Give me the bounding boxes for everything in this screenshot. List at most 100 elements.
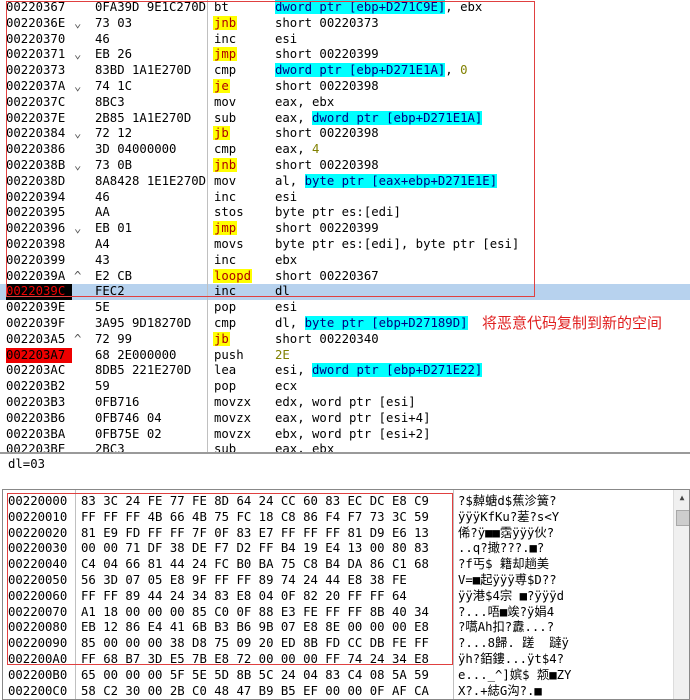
instruction-address: 002203A5	[6, 331, 66, 346]
mnemonic-text: jb	[213, 331, 230, 346]
instruction-address: 0022039F	[6, 316, 66, 330]
dump-divider-ascii	[453, 490, 454, 699]
instruction-operands: esi, dword ptr [ebp+D271E22]	[275, 363, 690, 379]
instruction-bytes: 72 99	[95, 331, 133, 346]
dump-address: 002200B0	[8, 667, 68, 682]
dump-ascii: ÿÿÿKfKu?蒫?s<Y	[458, 509, 560, 524]
jump-arrow-icon	[74, 379, 90, 395]
instruction-mnemonic: pop	[213, 300, 271, 316]
instruction-bytes: 0FB716	[95, 395, 140, 409]
instruction-operands: eax, word ptr [esi+4]	[275, 411, 690, 427]
instruction-bytes: 5E	[95, 300, 110, 315]
operand-part: ecx	[275, 379, 298, 394]
instruction-bytes: 59	[95, 379, 110, 394]
dump-ascii: X?.+綕G沟?.■	[458, 683, 542, 698]
instruction-operands: short 00220340	[275, 332, 690, 348]
operand-part: ebx, word ptr [esi+2]	[275, 426, 431, 441]
disasm-row[interactable]: 002203B2 59 pop ecx	[0, 379, 690, 395]
memory-dump-pane[interactable]: 00220000 83 3C 24 FE 77 FE 8D 64 24 CC 60…	[2, 489, 690, 700]
instruction-address: 0022039E	[6, 300, 66, 315]
mnemonic-text: lea	[214, 363, 237, 378]
instruction-mnemonic: pop	[213, 379, 271, 395]
dump-hex-bytes: 65 00 00 00 5F 5E 5D 8B 5C 24 04 83 C4 0…	[81, 667, 429, 682]
disasm-row[interactable]: 002203B3 0FB716 movzx edx, word ptr [esi]	[0, 395, 690, 411]
instruction-mnemonic: lea	[213, 363, 271, 379]
instruction-mnemonic: movzx	[213, 411, 271, 427]
dump-ascii: ÿÿ港$4宗 ■?ÿÿÿd	[458, 588, 565, 603]
operand-part: eax, word ptr [esi+4]	[275, 410, 431, 425]
info-pane: dl=03	[0, 452, 690, 490]
disasm-row[interactable]: 002203AC 8DB5 221E270D lea esi, dword ptr […	[0, 363, 690, 379]
instruction-mnemonic: movzx	[213, 395, 271, 411]
operand-part: 2E	[275, 347, 290, 362]
dump-address: 002200C0	[8, 683, 68, 698]
instruction-bytes: 0FB75E 02	[95, 426, 162, 441]
mnemonic-text: pop	[214, 300, 237, 315]
instruction-bytes: 3A95 9D18270D	[95, 316, 192, 330]
dump-scrollbar[interactable]: ▲	[673, 490, 689, 699]
operand-part: edx, word ptr [esi]	[275, 395, 416, 409]
instruction-address: 002203AC	[6, 363, 66, 378]
scroll-up-icon[interactable]: ▲	[674, 490, 689, 506]
dump-ascii: ?嚆Ah扣?纛...?	[458, 620, 555, 635]
disasm-row[interactable]: 002203BE 2BC3 sub eax, ebx	[0, 442, 690, 452]
disasm-row[interactable]: 002203A7 68 2E000000 push 2E	[0, 347, 690, 364]
dump-ascii: 俙?ÿ■■霑ÿÿÿ伙?	[458, 525, 555, 540]
instruction-bytes: 8DB5 221E270D	[95, 363, 192, 378]
disassembly-pane[interactable]: 00220367 0FA39D 9E1C270D bt dword ptr [ebp+…	[0, 0, 690, 452]
dump-ascii: ÿh?銆鏤...ÿt$4?	[458, 652, 565, 666]
operand-part: byte ptr [ebp+D27189D]	[304, 316, 468, 330]
jump-arrow-icon	[74, 442, 90, 452]
scroll-thumb[interactable]	[676, 510, 689, 526]
instruction-address: 002203B6	[6, 410, 66, 425]
jump-arrow-icon	[74, 427, 90, 443]
disasm-row[interactable]: 002203BA 0FB75E 02 movzx ebx, word ptr [esi…	[0, 427, 690, 443]
operand-part: dl,	[275, 316, 305, 330]
mnemonic-text: movzx	[214, 410, 252, 425]
dump-ascii: ..q?撖???.■?	[458, 541, 545, 556]
dump-ascii: V=■起ÿÿÿ尃$D??	[458, 573, 557, 587]
dump-row[interactable]: 002200B0 65 00 00 00 5F 5E 5D 8B 5C 24 04…	[3, 668, 689, 684]
jump-arrow-icon	[74, 363, 90, 379]
instruction-operands: eax, ebx	[275, 442, 690, 452]
dump-hex-bytes: 58 C2 30 00 2B C0 48 47 B9 B5 EF 00 00 0…	[81, 683, 429, 698]
mnemonic-text: cmp	[214, 316, 237, 330]
dump-ascii: ?$繛螗d$蕉沴簧?	[458, 494, 557, 508]
instruction-bytes: 0FB746 04	[95, 410, 162, 425]
instruction-operands: ebx, word ptr [esi+2]	[275, 427, 690, 443]
instruction-operands: 2E	[275, 348, 690, 364]
register-info: dl=03	[8, 457, 46, 471]
jump-arrow-icon	[74, 348, 90, 364]
instruction-mnemonic: sub	[213, 442, 271, 452]
disasm-row[interactable]: 002203B6 0FB746 04 movzx eax, word ptr [esi…	[0, 411, 690, 427]
jump-arrow-icon	[74, 316, 90, 332]
dump-ascii: ?...8歸. 蹉 躂ÿ	[458, 636, 569, 651]
mnemonic-text: movzx	[214, 426, 252, 441]
instruction-bytes: 68 2E000000	[95, 347, 177, 362]
instruction-bytes: 2BC3	[95, 442, 125, 452]
disasm-row[interactable]: 002203A5 ^ 72 99 jb short 00220340	[0, 331, 690, 348]
instruction-operands: edx, word ptr [esi]	[275, 395, 690, 411]
dump-highlight-box	[7, 493, 453, 665]
loop-highlight-box	[6, 1, 535, 297]
mnemonic-text: push	[214, 347, 244, 362]
instruction-address: 002203BA	[6, 426, 66, 441]
mnemonic-text: sub	[214, 442, 237, 452]
instruction-address: 002203B3	[6, 395, 66, 409]
operand-part: esi,	[275, 363, 313, 378]
jump-arrow-icon	[74, 411, 90, 427]
jump-arrow-icon	[74, 300, 90, 316]
instruction-mnemonic: push	[213, 348, 271, 364]
jump-arrow-icon: ^	[74, 331, 82, 346]
operand-part: esi	[275, 300, 298, 315]
mnemonic-text: pop	[214, 379, 237, 394]
annotation-text: 将恶意代码复制到新的空间	[482, 314, 663, 332]
instruction-address: 002203B2	[6, 379, 66, 394]
instruction-mnemonic: movzx	[213, 427, 271, 443]
dump-ascii: ?...唔■竢?ÿ娟4	[458, 604, 555, 619]
instruction-mnemonic: jb	[213, 331, 271, 348]
dump-row[interactable]: 002200C0 58 C2 30 00 2B C0 48 47 B9 B5 EF…	[3, 683, 689, 699]
jump-arrow-icon	[74, 395, 90, 411]
instruction-address: 002203A7	[6, 347, 72, 364]
instruction-address: 002203BE	[6, 442, 66, 452]
